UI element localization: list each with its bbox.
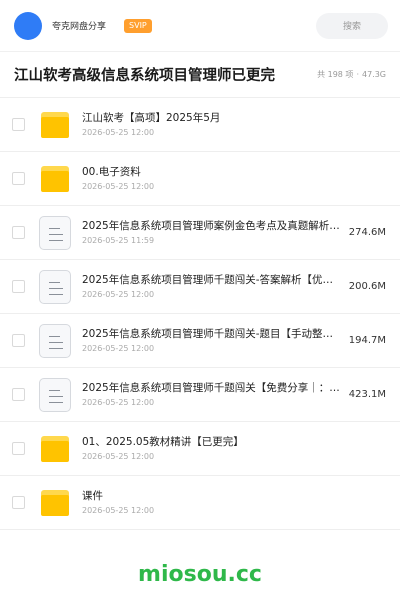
file-row[interactable]: 2025年信息系统项目管理师千题闯关-题目【手动整… 2026-05-25 12:… <box>0 314 400 368</box>
file-row[interactable]: 01、2025.05教材精讲【已更完】 2026-05-25 12:00 <box>0 422 400 476</box>
select-checkbox[interactable] <box>12 388 25 401</box>
svip-badge: SVIP <box>124 18 152 33</box>
select-checkbox[interactable] <box>12 118 25 131</box>
file-name[interactable]: 2025年信息系统项目管理师千题闯关-题目【手动整… <box>82 327 343 341</box>
select-checkbox[interactable] <box>12 496 25 509</box>
avatar[interactable] <box>14 11 42 40</box>
share-header: 夸克网盘分享 SVIP 搜索 <box>0 0 400 52</box>
file-date: 2026-05-25 12:00 <box>82 506 155 515</box>
document-icon <box>38 377 72 412</box>
file-date: 2026-05-25 12:00 <box>82 290 155 299</box>
file-list: 江山软考【高项】2025年5月 2026-05-25 12:00 00.电子资料 20… <box>0 98 400 530</box>
file-info: 01、2025.05教材精讲【已更完】 2026-05-25 12:00 <box>82 435 386 462</box>
select-checkbox[interactable] <box>12 172 25 185</box>
folder-icon <box>38 108 72 142</box>
file-info: 00.电子资料 2026-05-25 12:00 <box>82 165 386 192</box>
file-date: 2026-05-25 12:00 <box>82 452 155 461</box>
file-size: 200.6M <box>348 281 386 292</box>
item-count: 共 198 项 <box>317 70 354 79</box>
file-row[interactable]: 江山软考【高项】2025年5月 2026-05-25 12:00 <box>0 98 400 152</box>
file-info: 江山软考【高项】2025年5月 2026-05-25 12:00 <box>82 111 386 138</box>
folder-icon <box>38 486 72 520</box>
file-info: 2025年信息系统项目管理师千题闯关-题目【手动整… 2026-05-25 12:… <box>82 327 343 354</box>
file-info: 2025年信息系统项目管理师案例金色考点及真题解析… 2026-05-25 11:… <box>82 219 343 246</box>
file-name[interactable]: 课件 <box>82 489 386 503</box>
share-owner-name: 夸克网盘分享 <box>52 22 107 32</box>
file-size: 194.7M <box>348 335 386 346</box>
file-name[interactable]: 00.电子资料 <box>82 165 386 179</box>
select-checkbox[interactable] <box>12 226 25 239</box>
share-meta: 共 198 项 · 47.3G <box>317 69 386 80</box>
document-icon <box>38 323 72 358</box>
file-date: 2026-05-25 12:00 <box>82 344 155 353</box>
total-size: 47.3G <box>361 70 386 79</box>
file-info: 2025年信息系统项目管理师千题闯关【免费分享｜：… 2026-05-25 12:… <box>82 381 343 408</box>
document-icon <box>38 215 72 250</box>
meta-separator: · <box>356 70 359 79</box>
document-icon <box>38 269 72 304</box>
select-checkbox[interactable] <box>12 442 25 455</box>
file-row[interactable]: 00.电子资料 2026-05-25 12:00 <box>0 152 400 206</box>
folder-icon <box>38 162 72 196</box>
file-name[interactable]: 2025年信息系统项目管理师案例金色考点及真题解析… <box>82 219 343 233</box>
file-date: 2026-05-25 11:59 <box>82 236 155 245</box>
file-name[interactable]: 2025年信息系统项目管理师千题闯关【免费分享｜：… <box>82 381 343 395</box>
folder-icon <box>38 432 72 466</box>
site-watermark: miosou.cc <box>138 562 262 587</box>
file-name[interactable]: 江山软考【高项】2025年5月 <box>82 111 386 125</box>
select-checkbox[interactable] <box>12 334 25 347</box>
file-row[interactable]: 2025年信息系统项目管理师案例金色考点及真题解析… 2026-05-25 11:… <box>0 206 400 260</box>
share-title-row: 江山软考高级信息系统项目管理师已更完 共 198 项 · 47.3G <box>0 52 400 98</box>
file-row[interactable]: 课件 2026-05-25 12:00 <box>0 476 400 530</box>
file-date: 2026-05-25 12:00 <box>82 398 155 407</box>
file-info: 课件 2026-05-25 12:00 <box>82 489 386 516</box>
select-checkbox[interactable] <box>12 280 25 293</box>
search-button[interactable]: 搜索 <box>316 12 388 39</box>
file-size: 274.6M <box>348 227 386 238</box>
file-size: 423.1M <box>348 389 386 400</box>
file-row[interactable]: 2025年信息系统项目管理师千题闯关【免费分享｜：… 2026-05-25 12:… <box>0 368 400 422</box>
page-title: 江山软考高级信息系统项目管理师已更完 <box>14 68 275 84</box>
file-date: 2026-05-25 12:00 <box>82 128 155 137</box>
file-name[interactable]: 01、2025.05教材精讲【已更完】 <box>82 435 386 449</box>
file-row[interactable]: 2025年信息系统项目管理师千题闯关-答案解析【优… 2026-05-25 12:… <box>0 260 400 314</box>
file-info: 2025年信息系统项目管理师千题闯关-答案解析【优… 2026-05-25 12:… <box>82 273 343 300</box>
file-date: 2026-05-25 12:00 <box>82 182 155 191</box>
file-name[interactable]: 2025年信息系统项目管理师千题闯关-答案解析【优… <box>82 273 343 287</box>
